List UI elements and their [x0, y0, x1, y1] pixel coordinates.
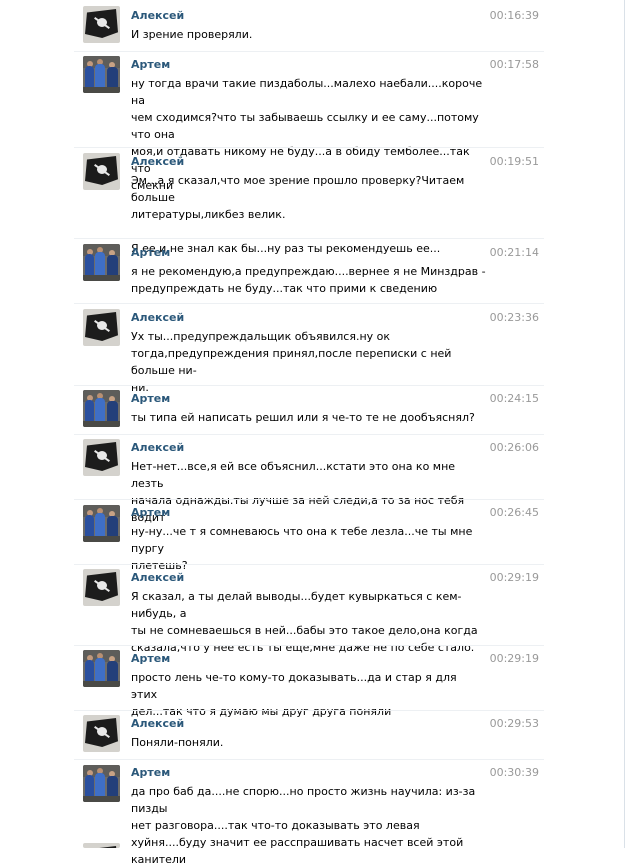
message-author[interactable]: Алексей: [131, 441, 184, 455]
message-divider: [74, 51, 544, 52]
group-photo-avatar[interactable]: [83, 56, 120, 93]
message-divider: [74, 303, 544, 304]
message-text: да про баб да....не спорю...но просто жи…: [131, 785, 476, 866]
message-divider: [74, 434, 544, 435]
message-text: я не рекомендую,а предупреждаю....вернее…: [131, 265, 486, 295]
message-time: 00:16:39: [489, 9, 539, 22]
group-photo-avatar[interactable]: [83, 765, 120, 802]
message-author[interactable]: Алексей: [131, 571, 184, 585]
message-time: 00:30:39: [489, 766, 539, 779]
message-time: 00:24:15: [489, 392, 539, 405]
message-text: Эм...а я сказал,что мое зрение прошло пр…: [131, 174, 465, 255]
pirate-flag-avatar[interactable]: [83, 843, 120, 848]
message-divider: [74, 645, 544, 646]
message-time: 00:26:06: [489, 441, 539, 454]
message-divider: [74, 564, 544, 565]
pirate-flag-avatar[interactable]: [83, 439, 120, 476]
message-time: 00:17:58: [489, 58, 539, 71]
message-author[interactable]: Артем: [131, 58, 170, 72]
message-author[interactable]: Артем: [131, 652, 170, 666]
message-divider: [74, 238, 544, 239]
message-text: просто лень че-то кому-то доказывать...д…: [131, 671, 457, 718]
message-time: 00:19:51: [489, 155, 539, 168]
group-photo-avatar[interactable]: [83, 244, 120, 281]
message-time: 00:23:36: [489, 311, 539, 324]
message-divider: [74, 147, 544, 148]
message-author[interactable]: Алексей: [131, 311, 184, 325]
message-author[interactable]: Алексей: [131, 155, 184, 169]
message-author[interactable]: Артем: [131, 506, 170, 520]
message-divider: [74, 499, 544, 500]
message-text: ты типа ей написать решил или я че-то те…: [131, 411, 475, 424]
pirate-flag-avatar[interactable]: [83, 715, 120, 752]
group-photo-avatar[interactable]: [83, 650, 120, 687]
message-author[interactable]: Артем: [131, 392, 170, 406]
message-time: 00:21:14: [489, 246, 539, 259]
message-divider: [74, 759, 544, 760]
pirate-flag-avatar[interactable]: [83, 569, 120, 606]
message-time: 00:26:45: [489, 506, 539, 519]
message-divider: [74, 710, 544, 711]
group-photo-avatar[interactable]: [83, 390, 120, 427]
group-photo-avatar[interactable]: [83, 505, 120, 542]
message-author[interactable]: Алексей: [131, 717, 184, 731]
message-time: 00:29:19: [489, 571, 539, 584]
message-text: Нет-нет...все,я ей все объяснил...кстати…: [131, 460, 465, 524]
message-author[interactable]: Алексей: [131, 9, 184, 23]
pirate-flag-avatar[interactable]: [83, 153, 120, 190]
message-text: ну-ну...че т я сомневаюсь что она к тебе…: [131, 525, 473, 572]
message-text: Поняли-поняли.: [131, 736, 224, 749]
message-author[interactable]: Артем: [131, 766, 170, 780]
pirate-flag-avatar[interactable]: [83, 309, 120, 346]
message-text: И зрение проверяли.: [131, 28, 253, 41]
pirate-flag-avatar[interactable]: [83, 6, 120, 43]
message-divider: [74, 385, 544, 386]
message-author[interactable]: Артем: [131, 246, 170, 260]
right-border: [624, 0, 625, 848]
message-time: 00:29:53: [489, 717, 539, 730]
message-time: 00:29:19: [489, 652, 539, 665]
